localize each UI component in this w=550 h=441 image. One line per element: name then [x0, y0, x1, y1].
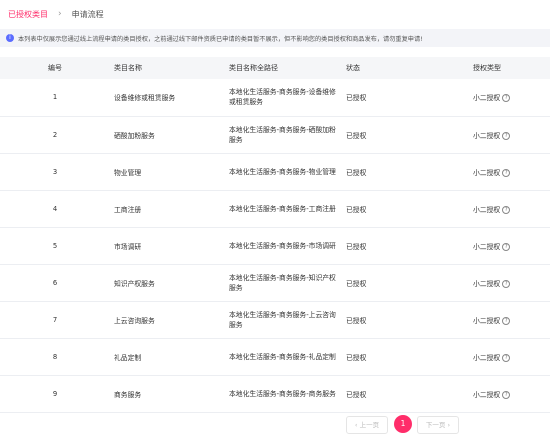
table-row: 3 物业管理 本地化生活服务-商务服务-物业管理 已授权 小二授权? — [0, 153, 550, 191]
category-table: 编号 类目名称 类目名称全路径 状态 授权类型 1 设备维修或租赁服务 本地化生活服… — [0, 57, 550, 413]
row-type: 小二授权 — [473, 353, 501, 362]
row-type: 小二授权 — [473, 131, 501, 140]
table-row: 2 硒酸加粉服务 本地化生活服务-商务服务-硒酸加粉服务 已授权 小二授权? — [0, 116, 550, 154]
row-status: 已授权 — [345, 301, 457, 339]
row-type-cell: 小二授权? — [457, 153, 550, 191]
row-name: 礼品定制 — [110, 338, 228, 376]
row-status: 已授权 — [345, 375, 457, 413]
row-status: 已授权 — [345, 338, 457, 376]
header-name: 类目名称 — [114, 64, 142, 72]
row-type: 小二授权 — [473, 94, 501, 103]
help-icon[interactable]: ? — [502, 390, 511, 399]
table-row: 9 商务服务 本地化生活服务-商务服务-商务服务 已授权 小二授权? — [0, 375, 550, 413]
help-icon[interactable]: ? — [502, 205, 511, 214]
row-id: 5 — [0, 227, 110, 265]
row-path: 本地化生活服务-商务服务-知识产权服务 — [228, 264, 345, 302]
row-status: 已授权 — [345, 153, 457, 191]
table-row: 5 市场调研 本地化生活服务-商务服务-市场调研 已授权 小二授权? — [0, 227, 550, 265]
row-path: 本地化生活服务-商务服务-上云咨询服务 — [228, 301, 345, 339]
row-type-cell: 小二授权? — [457, 301, 550, 339]
table-row: 7 上云咨询服务 本地化生活服务-商务服务-上云咨询服务 已授权 小二授权? — [0, 301, 550, 339]
row-path: 本地化生活服务-商务服务-市场调研 — [228, 227, 345, 265]
row-path: 本地化生活服务-商务服务-硒酸加粉服务 — [228, 116, 345, 154]
row-status: 已授权 — [345, 264, 457, 302]
page-1-button[interactable]: 1 — [394, 415, 412, 433]
row-id: 3 — [0, 153, 110, 191]
row-name: 设备维修或租赁服务 — [110, 79, 228, 117]
notice-banner: i 本列表中仅展示您通过线上流程申请的类目授权，之前通过线下邮件资质已申请的类目… — [0, 29, 550, 47]
row-id: 2 — [0, 116, 110, 154]
row-name: 市场调研 — [110, 227, 228, 265]
row-id: 7 — [0, 301, 110, 339]
row-type: 小二授权 — [473, 242, 501, 251]
table-row: 6 知识产权服务 本地化生活服务-商务服务-知识产权服务 已授权 小二授权? — [0, 264, 550, 302]
row-path: 本地化生活服务-商务服务-商务服务 — [228, 375, 345, 413]
row-name: 工商注册 — [110, 190, 228, 228]
row-status: 已授权 — [345, 79, 457, 117]
tab-bar: 已授权类目 › 申请流程 — [0, 0, 550, 28]
header-path: 类目名称全路径 — [229, 64, 278, 72]
tab-authorized-categories[interactable]: 已授权类目 — [8, 9, 48, 20]
row-type-cell: 小二授权? — [457, 79, 550, 117]
tab-application-process[interactable]: 申请流程 — [72, 9, 104, 20]
help-icon[interactable]: ? — [502, 316, 511, 325]
row-id: 9 — [0, 375, 110, 413]
row-id: 8 — [0, 338, 110, 376]
row-status: 已授权 — [345, 190, 457, 228]
row-type-cell: 小二授权? — [457, 264, 550, 302]
info-icon: i — [6, 34, 14, 42]
help-icon[interactable]: ? — [502, 279, 511, 288]
help-icon[interactable]: ? — [502, 353, 511, 362]
table-row: 4 工商注册 本地化生活服务-商务服务-工商注册 已授权 小二授权? — [0, 190, 550, 228]
row-name: 物业管理 — [110, 153, 228, 191]
help-icon[interactable]: ? — [502, 242, 511, 251]
row-name: 商务服务 — [110, 375, 228, 413]
row-name: 上云咨询服务 — [110, 301, 228, 339]
next-page-button[interactable]: 下一页 › — [417, 416, 459, 434]
row-type: 小二授权 — [473, 279, 501, 288]
help-icon[interactable]: ? — [502, 131, 511, 140]
row-type: 小二授权 — [473, 205, 501, 214]
header-type: 授权类型 — [473, 64, 501, 72]
header-id: 编号 — [48, 64, 62, 72]
row-path: 本地化生活服务-商务服务-设备维修或租赁服务 — [228, 79, 345, 117]
prev-page-button[interactable]: ‹ 上一页 — [346, 416, 388, 434]
row-type-cell: 小二授权? — [457, 190, 550, 228]
row-type-cell: 小二授权? — [457, 116, 550, 154]
row-id: 1 — [0, 79, 110, 117]
help-icon[interactable]: ? — [502, 168, 511, 177]
row-status: 已授权 — [345, 227, 457, 265]
row-type-cell: 小二授权? — [457, 338, 550, 376]
row-type: 小二授权 — [473, 316, 501, 325]
row-type-cell: 小二授权? — [457, 227, 550, 265]
row-path: 本地化生活服务-商务服务-物业管理 — [228, 153, 345, 191]
pagination: ‹ 上一页 1 下一页 › — [0, 414, 550, 436]
header-status: 状态 — [346, 64, 360, 72]
row-type: 小二授权 — [473, 390, 501, 399]
row-id: 6 — [0, 264, 110, 302]
row-type: 小二授权 — [473, 168, 501, 177]
row-name: 硒酸加粉服务 — [110, 116, 228, 154]
table-row: 1 设备维修或租赁服务 本地化生活服务-商务服务-设备维修或租赁服务 已授权 小二授权? — [0, 79, 550, 117]
row-path: 本地化生活服务-商务服务-工商注册 — [228, 190, 345, 228]
notice-text: 本列表中仅展示您通过线上流程申请的类目授权，之前通过线下邮件资质已申请的类目暂不… — [18, 35, 423, 43]
row-path: 本地化生活服务-商务服务-礼品定制 — [228, 338, 345, 376]
row-name: 知识产权服务 — [110, 264, 228, 302]
row-type-cell: 小二授权? — [457, 375, 550, 413]
row-status: 已授权 — [345, 116, 457, 154]
table-row: 8 礼品定制 本地化生活服务-商务服务-礼品定制 已授权 小二授权? — [0, 338, 550, 376]
chevron-right-icon: › — [58, 9, 62, 19]
table-header-row: 编号 类目名称 类目名称全路径 状态 授权类型 — [0, 57, 550, 79]
help-icon[interactable]: ? — [502, 94, 511, 103]
row-id: 4 — [0, 190, 110, 228]
